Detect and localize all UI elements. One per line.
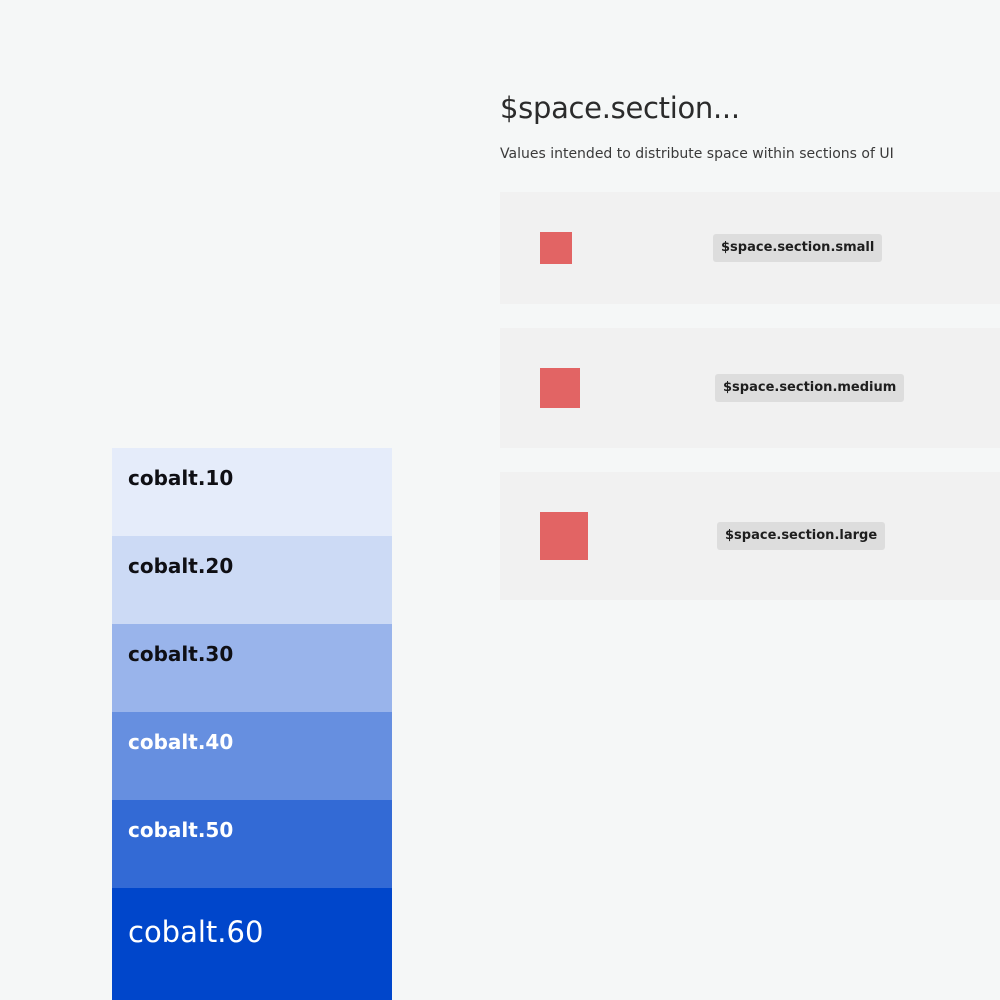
color-band-label: cobalt.60 bbox=[128, 915, 264, 949]
space-swatch-medium bbox=[540, 368, 580, 408]
color-band-label: cobalt.10 bbox=[128, 466, 234, 490]
design-tokens-page: $space.section... Values intended to dis… bbox=[0, 0, 1000, 1000]
space-section-description: Values intended to distribute space with… bbox=[500, 146, 894, 162]
token-chip-large[interactable]: $space.section.large bbox=[717, 522, 886, 550]
space-section-title: $space.section... bbox=[500, 91, 740, 125]
space-row-large: $space.section.large bbox=[500, 472, 1000, 600]
token-chip-medium[interactable]: $space.section.medium bbox=[715, 374, 905, 402]
space-row-small: $space.section.small bbox=[500, 192, 1000, 304]
color-band-label: cobalt.40 bbox=[128, 730, 234, 754]
color-band-cobalt-30[interactable]: cobalt.30 bbox=[112, 624, 392, 712]
space-row-medium: $space.section.medium bbox=[500, 328, 1000, 448]
space-swatch-small bbox=[540, 232, 572, 264]
color-band-cobalt-40[interactable]: cobalt.40 bbox=[112, 712, 392, 800]
color-band-cobalt-60[interactable]: cobalt.60 bbox=[112, 888, 392, 1000]
color-band-cobalt-10[interactable]: cobalt.10 bbox=[112, 448, 392, 536]
color-band-label: cobalt.50 bbox=[128, 818, 234, 842]
color-band-label: cobalt.30 bbox=[128, 642, 234, 666]
space-section-panel: $space.section... Values intended to dis… bbox=[500, 88, 1000, 600]
space-swatch-large bbox=[540, 512, 588, 560]
color-band-cobalt-50[interactable]: cobalt.50 bbox=[112, 800, 392, 888]
token-chip-small[interactable]: $space.section.small bbox=[713, 234, 883, 262]
color-band-label: cobalt.20 bbox=[128, 554, 234, 578]
color-band-cobalt-20[interactable]: cobalt.20 bbox=[112, 536, 392, 624]
cobalt-palette: cobalt.10 cobalt.20 cobalt.30 cobalt.40 … bbox=[112, 448, 392, 1000]
